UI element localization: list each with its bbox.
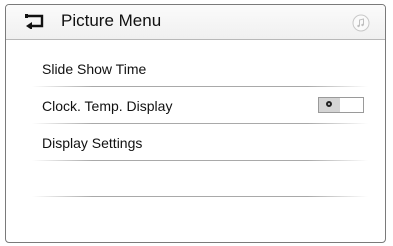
menu-item-clock-temp-display[interactable]: Clock. Temp. Display [32, 87, 368, 124]
menu-item-label: Slide Show Time [42, 61, 147, 77]
page-title: Picture Menu [61, 11, 162, 30]
divider [32, 160, 368, 161]
toggle-knob [319, 98, 340, 112]
music-note-icon[interactable] [352, 14, 370, 32]
picture-menu-screen: Picture Menu Slide Show Time Clock. Temp… [5, 4, 386, 243]
menu-item-label: Display Settings [42, 135, 143, 151]
clock-temp-display-toggle[interactable] [318, 97, 364, 113]
back-arrow-icon[interactable] [24, 13, 46, 29]
menu-item-label: Clock. Temp. Display [42, 98, 173, 114]
menu-item-display-settings[interactable]: Display Settings [32, 124, 368, 161]
menu-item-slide-show-time[interactable]: Slide Show Time [32, 50, 368, 87]
empty-row-divider [32, 196, 368, 197]
header-bar: Picture Menu [6, 5, 385, 40]
divider [32, 196, 368, 197]
radio-dot-icon [326, 101, 332, 107]
